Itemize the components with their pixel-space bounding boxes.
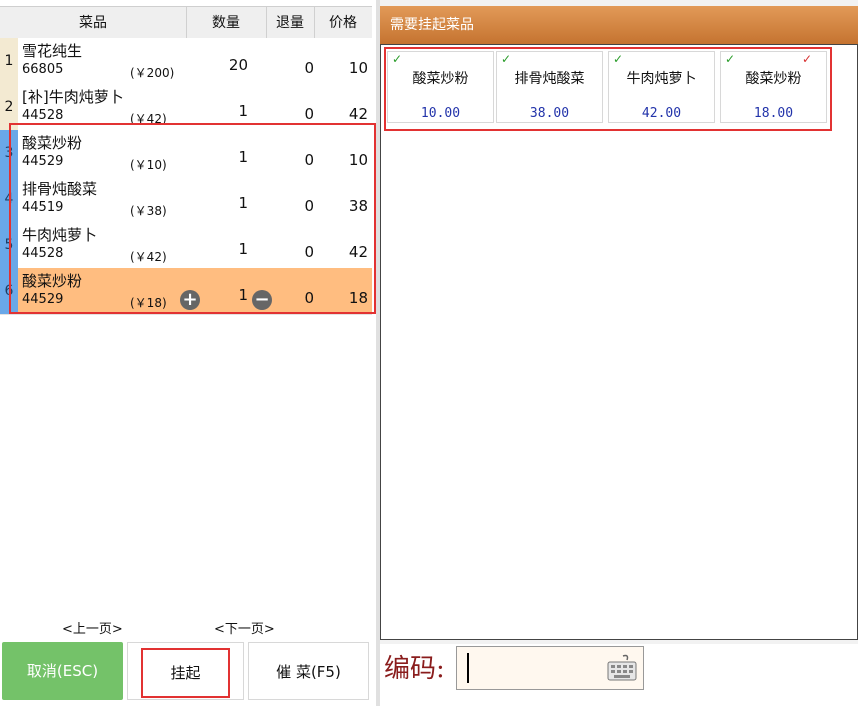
dish-qty: 1 bbox=[238, 102, 248, 120]
table-row-selected[interactable]: 6 酸菜炒粉 44529 (￥18) + 1 − 0 18 bbox=[0, 268, 372, 315]
suspend-item-name: 酸菜炒粉 bbox=[745, 71, 802, 87]
suspend-item-price: 18.00 bbox=[753, 106, 794, 121]
dish-qty: 1 bbox=[238, 148, 248, 166]
suspend-item-name: 牛肉炖萝卜 bbox=[626, 71, 697, 87]
check-icon: ✓ bbox=[725, 52, 736, 66]
plus-icon[interactable]: + bbox=[180, 290, 200, 310]
suspend-item-price: 38.00 bbox=[529, 106, 570, 121]
suspend-item-card[interactable]: ✓ 排骨炖酸菜 38.00 bbox=[496, 51, 603, 123]
dish-qty: 20 bbox=[228, 56, 248, 74]
unit-price: (￥10) bbox=[130, 158, 167, 172]
dish-returned: 0 bbox=[304, 243, 314, 261]
keyboard-icon[interactable] bbox=[607, 654, 637, 682]
dish-code: 44528 bbox=[22, 108, 64, 123]
suspend-item-card[interactable]: ✓ 牛肉炖萝卜 42.00 bbox=[608, 51, 715, 123]
cancel-button[interactable]: 取消(ESC) bbox=[2, 642, 123, 700]
dish-price: 38 bbox=[348, 197, 368, 215]
table-row[interactable]: 1 雪花纯生 66805 (￥200) 20 0 10 bbox=[0, 38, 372, 85]
code-label: 编码: bbox=[384, 654, 445, 684]
text-caret bbox=[467, 653, 469, 683]
code-entry-bar: 编码: bbox=[380, 644, 858, 706]
prev-page-link[interactable]: <上一页> bbox=[62, 618, 123, 637]
suspend-items-area: ✓ 酸菜炒粉 10.00 ✓ 排骨炖酸菜 38.00 ✓ 牛肉炖萝卜 42.00… bbox=[380, 44, 858, 640]
dish-returned: 0 bbox=[304, 289, 314, 307]
header-returned: 退量 bbox=[266, 7, 315, 39]
suspend-panel-title: 需要挂起菜品 bbox=[380, 6, 858, 44]
row-index: 4 bbox=[0, 176, 18, 222]
order-list-panel: 菜品 数量 退量 价格 1 雪花纯生 66805 (￥200) 20 0 10 … bbox=[0, 0, 376, 706]
suspend-panel: 需要挂起菜品 ✓ 酸菜炒粉 10.00 ✓ 排骨炖酸菜 38.00 ✓ 牛肉炖萝… bbox=[380, 0, 858, 706]
next-page-link[interactable]: <下一页> bbox=[214, 618, 275, 637]
dish-qty: 1 bbox=[238, 286, 248, 304]
dish-name: 牛肉炖萝卜 bbox=[22, 226, 98, 244]
dish-name: 酸菜炒粉 bbox=[22, 134, 83, 152]
table-row[interactable]: 4 排骨炖酸菜 44519 (￥38) 1 0 38 bbox=[0, 176, 372, 223]
table-row[interactable]: 2 [补]牛肉炖萝卜 44528 (￥42) 1 0 42 bbox=[0, 84, 372, 131]
dish-code: 44529 bbox=[22, 292, 64, 307]
header-qty: 数量 bbox=[186, 7, 267, 39]
table-row[interactable]: 3 酸菜炒粉 44529 (￥10) 1 0 10 bbox=[0, 130, 372, 177]
row-index: 6 bbox=[0, 268, 18, 314]
code-input[interactable] bbox=[456, 646, 644, 690]
check-icon: ✓ bbox=[392, 52, 403, 66]
dish-name: 雪花纯生 bbox=[22, 42, 83, 60]
dish-returned: 0 bbox=[304, 197, 314, 215]
unit-price: (￥42) bbox=[130, 112, 167, 126]
suspend-item-name: 排骨炖酸菜 bbox=[514, 71, 585, 87]
dish-name: [补]牛肉炖萝卜 bbox=[22, 88, 124, 106]
row-index: 3 bbox=[0, 130, 18, 176]
row-index: 2 bbox=[0, 84, 18, 130]
dish-returned: 0 bbox=[304, 59, 314, 77]
row-index: 5 bbox=[0, 222, 18, 268]
suspend-item-price: 10.00 bbox=[420, 106, 461, 121]
unit-price: (￥38) bbox=[130, 204, 167, 218]
order-table-header: 菜品 数量 退量 价格 bbox=[0, 6, 372, 40]
check-icon: ✓ bbox=[501, 52, 512, 66]
dish-name: 排骨炖酸菜 bbox=[22, 180, 98, 198]
rush-button[interactable]: 催 菜(F5) bbox=[248, 642, 369, 700]
suspend-item-name: 酸菜炒粉 bbox=[412, 71, 469, 87]
header-price: 价格 bbox=[329, 15, 357, 31]
check-icon: ✓ bbox=[613, 52, 624, 66]
dish-qty: 1 bbox=[238, 194, 248, 212]
table-row[interactable]: 5 牛肉炖萝卜 44528 (￥42) 1 0 42 bbox=[0, 222, 372, 269]
dish-price: 10 bbox=[348, 59, 368, 77]
dish-code: 44519 bbox=[22, 200, 64, 215]
dish-returned: 0 bbox=[304, 105, 314, 123]
dish-price: 10 bbox=[348, 151, 368, 169]
unit-price: (￥200) bbox=[130, 66, 175, 80]
suspend-item-price: 42.00 bbox=[641, 106, 682, 121]
dish-price: 42 bbox=[348, 105, 368, 123]
red-check-icon: ✓ bbox=[801, 52, 812, 66]
suspend-button[interactable]: 挂起 bbox=[141, 648, 230, 698]
dish-price: 18 bbox=[348, 289, 368, 307]
dish-price: 42 bbox=[348, 243, 368, 261]
suspend-item-card[interactable]: ✓ ✓ 酸菜炒粉 18.00 bbox=[720, 51, 827, 123]
unit-price: (￥18) bbox=[130, 296, 167, 310]
dish-qty: 1 bbox=[238, 240, 248, 258]
row-index: 1 bbox=[0, 38, 18, 84]
header-name: 菜品 bbox=[0, 7, 187, 39]
suspend-item-card[interactable]: ✓ 酸菜炒粉 10.00 bbox=[387, 51, 494, 123]
dish-name: 酸菜炒粉 bbox=[22, 272, 83, 290]
unit-price: (￥42) bbox=[130, 250, 167, 264]
dish-code: 44529 bbox=[22, 154, 64, 169]
dish-returned: 0 bbox=[304, 151, 314, 169]
dish-code: 44528 bbox=[22, 246, 64, 261]
dish-code: 66805 bbox=[22, 62, 64, 77]
